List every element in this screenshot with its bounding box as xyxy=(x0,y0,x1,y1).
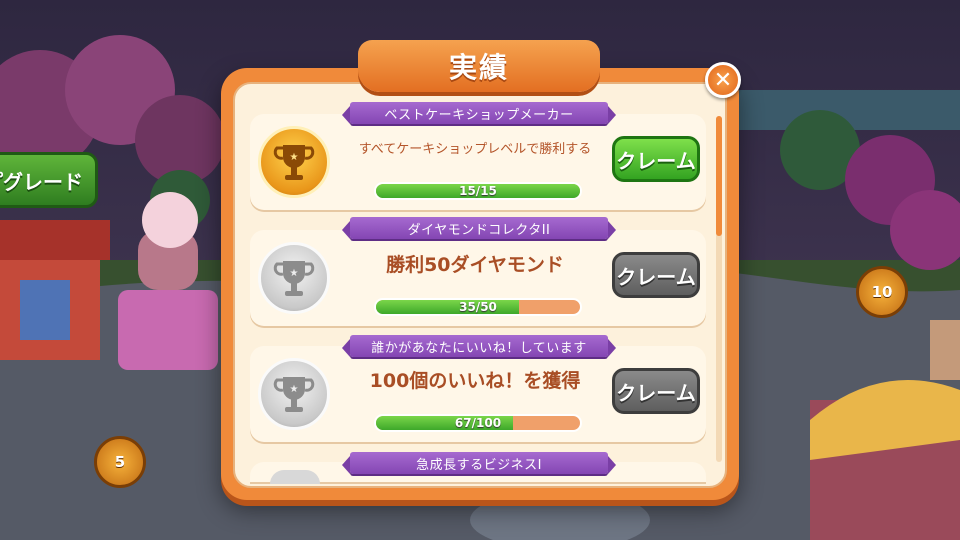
scrollbar[interactable] xyxy=(716,116,722,462)
silver-trophy-icon xyxy=(270,470,320,484)
svg-text:★: ★ xyxy=(290,268,299,279)
svg-text:★: ★ xyxy=(290,384,299,395)
progress-label: 15/15 xyxy=(459,184,497,198)
dialog-title: 実績 xyxy=(358,40,600,92)
achievement-ribbon: ベストケーキショップメーカー xyxy=(342,102,616,124)
achievement-ribbon: 誰かがあなたにいいね！しています xyxy=(342,335,616,357)
achievement-card: ★ 勝利50ダイヤモンド 35/50 クレーム xyxy=(250,230,706,326)
achievement-ribbon: 急成長するビジネスI xyxy=(342,452,616,474)
level-badge-map-10[interactable]: 10 xyxy=(856,266,908,318)
progress-bar: 35/50 xyxy=(374,298,582,316)
level-badge-map-5[interactable]: 5 xyxy=(94,436,146,488)
gold-trophy-icon: ★ xyxy=(258,126,330,198)
achievement-ribbon: ダイヤモンドコレクタII xyxy=(342,217,616,239)
silver-trophy-icon: ★ xyxy=(258,358,330,430)
achievement-card: ★ 100個のいいね！を獲得 67/100 クレーム xyxy=(250,346,706,442)
scrollbar-thumb[interactable] xyxy=(716,116,722,236)
upgrade-button[interactable]: プグレード xyxy=(0,152,98,208)
claim-button[interactable]: クレーム xyxy=(612,368,700,414)
progress-label: 35/50 xyxy=(459,300,497,314)
svg-text:★: ★ xyxy=(290,152,299,163)
progress-label: 67/100 xyxy=(454,416,502,430)
silver-trophy-icon: ★ xyxy=(258,242,330,314)
progress-bar: 15/15 xyxy=(374,182,582,200)
claim-button[interactable]: クレーム xyxy=(612,136,700,182)
achievement-card: ★ すべてケーキショップレベルで勝利する 15/15 クレーム xyxy=(250,114,706,210)
achievement-description: 勝利50ダイヤモンド xyxy=(386,253,564,276)
close-button[interactable]: ✕ xyxy=(705,62,741,98)
claim-button[interactable]: クレーム xyxy=(612,252,700,298)
progress-bar: 67/100 xyxy=(374,414,582,432)
close-icon: ✕ xyxy=(713,67,733,93)
